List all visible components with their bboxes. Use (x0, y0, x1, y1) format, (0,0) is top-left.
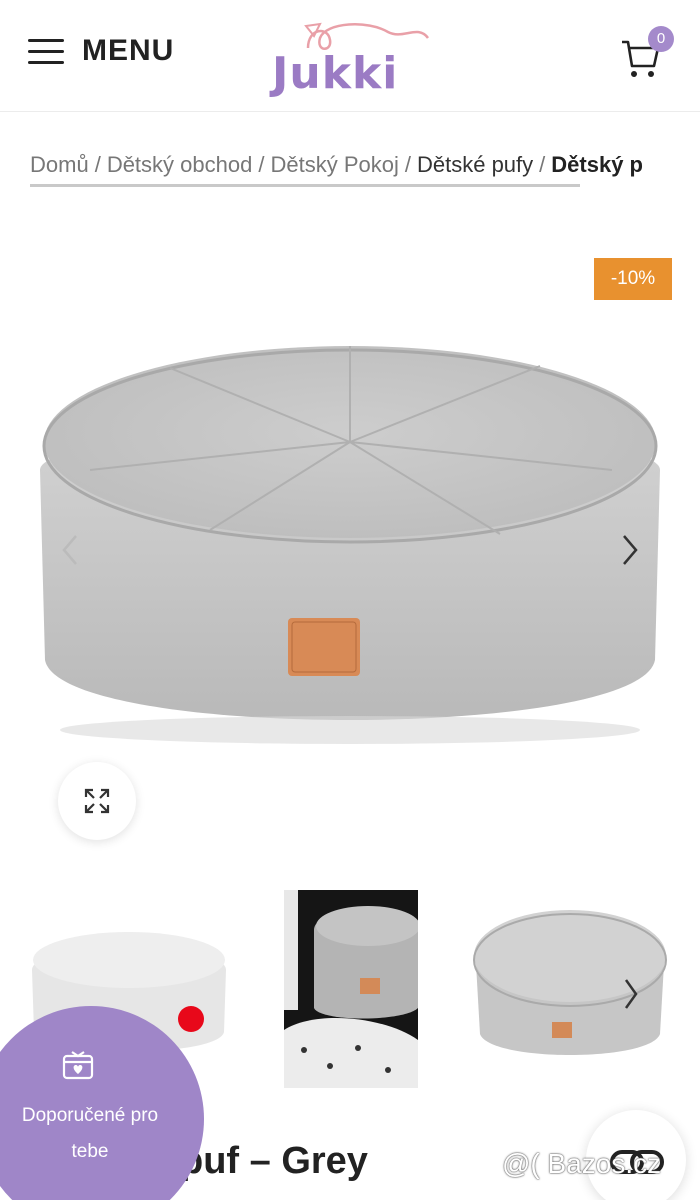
thumbnail-3-image (473, 910, 667, 1055)
recommended-label-line2: tebe (71, 1141, 109, 1162)
red-dot-indicator (178, 1006, 204, 1032)
product-title: puf – Grey (180, 1140, 368, 1182)
breadcrumb-room[interactable]: Dětský Pokoj (270, 152, 398, 177)
breadcrumb-shop[interactable]: Dětský obchod (107, 152, 253, 177)
menu-button[interactable]: MENU (28, 34, 174, 68)
breadcrumb-separator: / (539, 152, 546, 177)
recommended-label-line1: Doporučené pro (21, 1105, 159, 1126)
breadcrumb-poufs[interactable]: Dětské pufy (417, 152, 533, 177)
breadcrumb-separator: / (94, 152, 101, 177)
expand-icon (84, 788, 110, 814)
recommended-label: Doporučené pro tebe (0, 1098, 180, 1170)
next-image-button[interactable] (612, 530, 648, 570)
cart-button[interactable]: 0 (620, 26, 674, 80)
site-header: MENU Jukki 0 (0, 0, 700, 112)
prev-image-button[interactable] (52, 530, 88, 570)
gift-box-icon (62, 1051, 94, 1080)
discount-badge: -10% (594, 258, 672, 300)
cart-count-badge: 0 (648, 26, 674, 52)
breadcrumb-home[interactable]: Domů (30, 152, 89, 177)
thumbnail-2[interactable] (284, 890, 418, 1088)
breadcrumb-scrollbar[interactable] (30, 184, 580, 187)
expand-image-button[interactable] (58, 762, 136, 840)
breadcrumb-separator: / (258, 152, 265, 177)
breadcrumb-current: Dětský p (551, 152, 643, 177)
menu-label: MENU (82, 34, 175, 67)
logo[interactable]: Jukki (268, 18, 438, 99)
breadcrumb-separator: / (404, 152, 411, 177)
chevron-left-icon (62, 535, 77, 565)
logo-text: Jukki (272, 48, 399, 99)
menu-icon (28, 38, 64, 64)
chevron-right-icon (623, 535, 638, 565)
thumbnail-3[interactable] (470, 904, 670, 1070)
watermark: @( Bazos.cz (502, 1148, 662, 1179)
thumbnail-2-image (284, 890, 418, 1088)
